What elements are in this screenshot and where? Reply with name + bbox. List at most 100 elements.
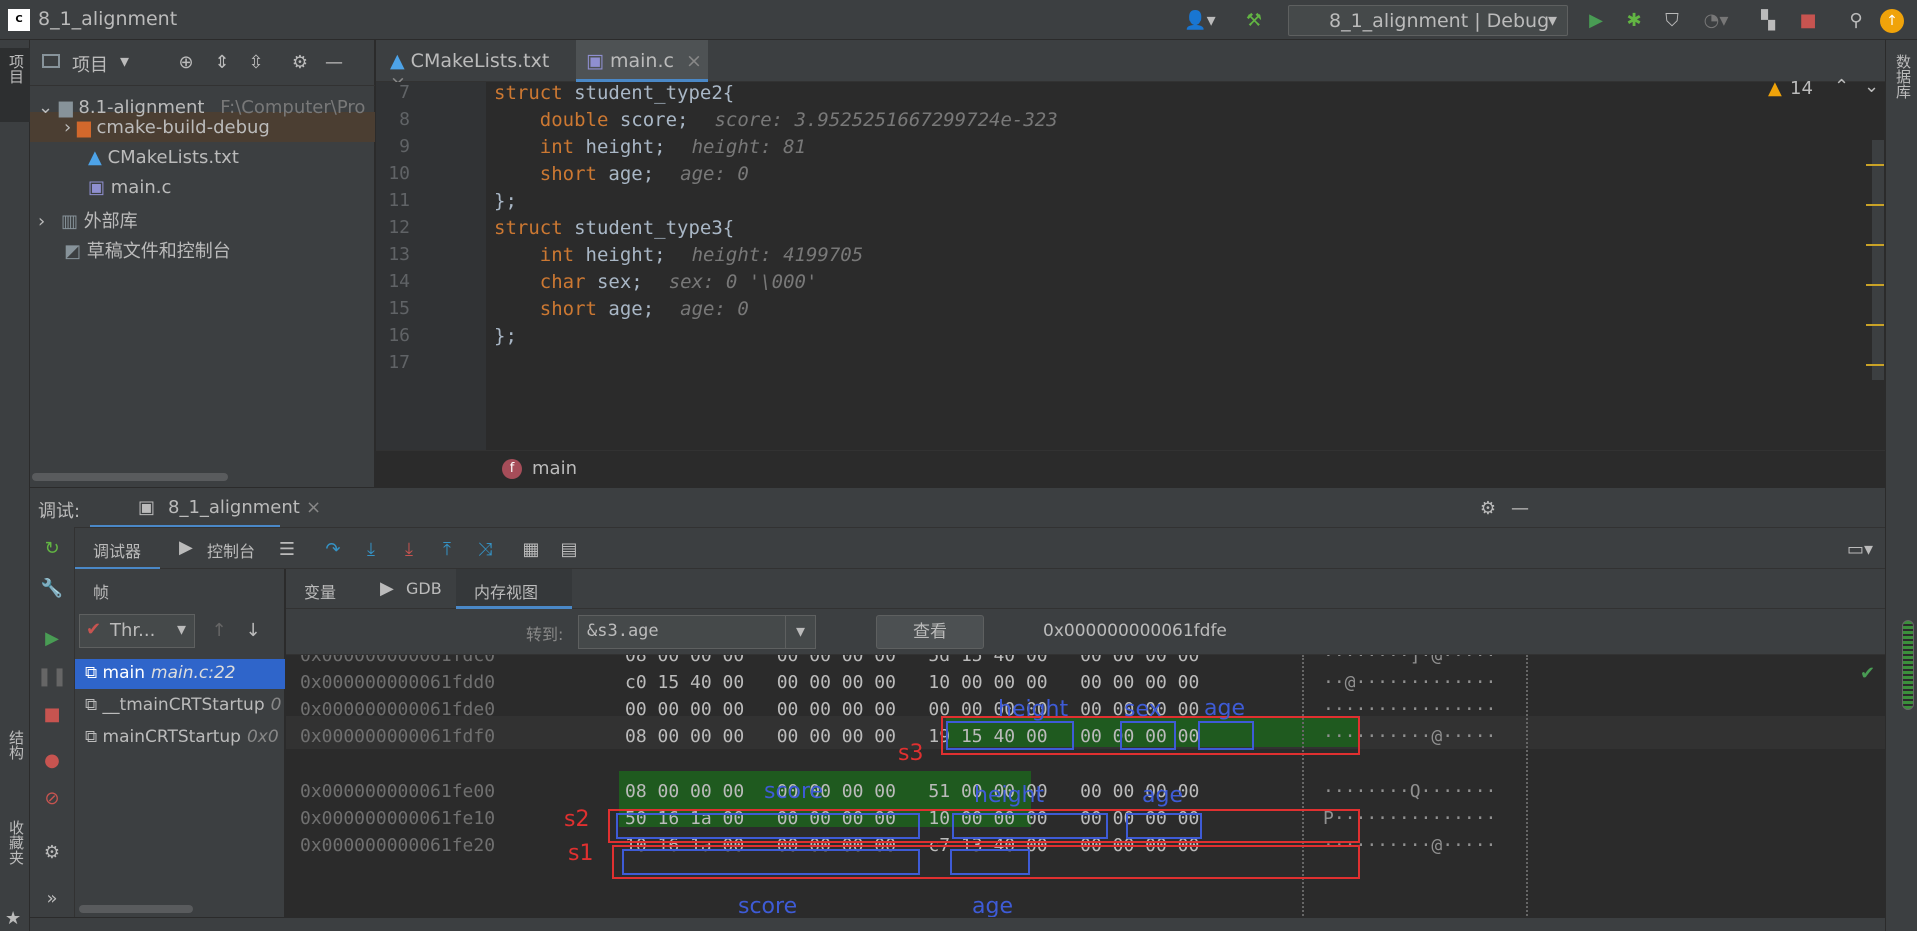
mute-breakpoints-icon[interactable]: ⊘ xyxy=(40,787,64,809)
tab-debugger[interactable]: 调试器 xyxy=(75,528,160,570)
run-icon[interactable]: ▶ xyxy=(1584,9,1608,31)
stop-icon[interactable]: ■ xyxy=(1796,9,1820,31)
tree-item-root[interactable]: ⌄ ▆ 8.1-alignment F:\Computer\Pro xyxy=(38,97,365,118)
profile-icon[interactable]: ◔▾ xyxy=(1696,9,1736,31)
minimize-icon[interactable]: — xyxy=(1508,497,1532,519)
coverage-icon[interactable]: ⛉ xyxy=(1660,9,1684,31)
tree-item-main-c[interactable]: ▣ main.c xyxy=(88,177,171,198)
code-editor[interactable]: 7 8 9 10 11 12 13 14 15 16 17 ▲ 14 ⌃ ⌄ struct stud… xyxy=(376,76,1885,450)
annotation-box-s2-height xyxy=(952,813,1108,839)
console-icon: ▶ xyxy=(179,537,193,558)
goto-label: 转到: xyxy=(526,625,564,644)
chevron-down-icon[interactable]: ▾ xyxy=(785,616,815,648)
tab-memory[interactable]: 内存视图 xyxy=(456,569,572,609)
tab-main-c[interactable]: ▣ main.c × xyxy=(576,40,708,82)
tree-item-cmake-build-debug[interactable]: › ▆ cmake-build-debug xyxy=(64,117,270,138)
locate-icon[interactable]: ⊕ xyxy=(174,51,198,73)
frame-item[interactable]: ⧉ __tmainCRTStartup 0 xyxy=(85,695,285,715)
frame-location: 0x0 xyxy=(246,727,279,747)
menu-icon[interactable]: ☰ xyxy=(275,538,299,560)
code-line: double score; score: 3.9525251667299724e-… xyxy=(494,109,1058,131)
tab-gdb[interactable]: GDB xyxy=(406,579,442,598)
layout-icon[interactable]: ▤ xyxy=(557,538,581,560)
gear-icon[interactable]: ⚙ xyxy=(40,841,64,863)
frame-item[interactable]: ⧉ main main.c:22 xyxy=(85,663,285,683)
run-config-select[interactable]: 8_1_alignment | Debug ▾ xyxy=(1288,5,1568,36)
tree-item-scratches[interactable]: ◩ 草稿文件和控制台 xyxy=(64,237,231,263)
memory-tabs: 变量 ▶ GDB 内存视图 xyxy=(286,569,1885,609)
annotation-box-s3-sex xyxy=(1120,721,1176,750)
debug-session-tab[interactable]: ▣ 8_1_alignment × xyxy=(90,488,321,528)
chevron-down-icon[interactable]: ▾ xyxy=(120,51,129,72)
structure-tool-tab[interactable]: 结构 xyxy=(0,730,30,804)
tree-item-label: cmake-build-debug xyxy=(96,117,270,138)
table-icon[interactable]: ▦ xyxy=(519,538,543,560)
step-over-icon[interactable]: ↷ xyxy=(321,538,345,560)
inline-value-hint: height: 81 xyxy=(691,136,806,158)
close-icon[interactable]: × xyxy=(306,497,321,518)
expand-all-icon[interactable]: ⇕ xyxy=(210,51,234,73)
minimize-icon[interactable]: — xyxy=(322,51,346,73)
horizontal-scrollbar[interactable] xyxy=(79,905,193,913)
warning-count[interactable]: 14 xyxy=(1790,78,1813,99)
frame-location: 0 xyxy=(270,695,282,715)
run-to-cursor-icon[interactable]: ⤨ xyxy=(473,538,497,560)
inline-value-hint: sex: 0 '\000' xyxy=(668,271,818,293)
warning-icon[interactable]: ▲ xyxy=(1768,78,1782,99)
user-icon[interactable]: 👤▾ xyxy=(1180,9,1220,31)
search-icon[interactable]: ⚲ xyxy=(1844,9,1868,31)
gear-icon[interactable]: ⚙ xyxy=(1476,497,1500,519)
update-icon[interactable]: ↑ xyxy=(1880,9,1904,33)
memory-view-panel: 变量 ▶ GDB 内存视图 转到: &s3.age ▾ 查看 0x0000000… xyxy=(286,569,1885,931)
memory-address: 0x000000000061fdf0 xyxy=(300,726,496,747)
horizontal-scrollbar[interactable] xyxy=(32,473,228,481)
tab-cmakelists[interactable]: ▲ CMakeLists.txt × xyxy=(384,40,572,94)
force-step-into-icon[interactable]: ⤓ xyxy=(397,538,421,560)
code-text: score; xyxy=(608,109,689,131)
database-tool-tab[interactable]: 数据库 xyxy=(1886,48,1917,148)
more-icon[interactable]: » xyxy=(40,887,64,909)
breadcrumb-function[interactable]: main xyxy=(532,458,577,479)
collapse-all-icon[interactable]: ⇳ xyxy=(244,51,268,73)
tree-item-cmakelists[interactable]: ▲ CMakeLists.txt xyxy=(88,147,239,168)
thread-select[interactable]: ✔ Thr... ▾ xyxy=(79,614,195,648)
debug-bug-icon[interactable]: ✱ xyxy=(1622,9,1646,31)
chevron-up-icon[interactable]: ⌃ xyxy=(1834,76,1849,97)
chevron-right-icon: › xyxy=(38,211,46,232)
breakpoints-icon[interactable]: ● xyxy=(40,749,64,771)
tab-console[interactable]: ▶ 控制台 xyxy=(175,528,275,570)
project-panel-title[interactable]: 项目 xyxy=(72,51,108,77)
code-line: char sex; sex: 0 '\000' xyxy=(494,271,818,293)
wrench-icon[interactable]: 🔧 xyxy=(40,577,64,599)
bookmarks-tool-tab[interactable]: 收藏夹 ★ xyxy=(0,820,30,930)
chevron-down-icon: ⌄ xyxy=(38,97,54,118)
chevron-down-icon[interactable]: ⌄ xyxy=(1864,76,1879,97)
attach-icon[interactable]: ▚ xyxy=(1756,9,1780,31)
code-keyword: int xyxy=(494,244,575,266)
line-number: 11 xyxy=(388,190,410,211)
cmake-triangle-icon: ▲ xyxy=(390,50,405,72)
memory-address: 0x000000000061fde0 xyxy=(300,699,496,720)
restore-layout-icon[interactable]: ▭▾ xyxy=(1845,538,1875,560)
line-number: 14 xyxy=(388,271,410,292)
tree-item-label: CMakeLists.txt xyxy=(107,147,239,168)
step-out-icon[interactable]: ⤒ xyxy=(435,538,459,560)
build-hammer-icon[interactable]: ⚒ xyxy=(1242,9,1266,31)
gear-icon[interactable]: ⚙ xyxy=(288,51,312,73)
memory-address: 0x000000000061fe00 xyxy=(300,781,496,802)
goto-input[interactable]: &s3.age ▾ xyxy=(578,615,816,649)
pause-icon[interactable]: ❚❚ xyxy=(37,665,67,687)
resume-icon[interactable]: ▶ xyxy=(40,627,64,649)
view-button[interactable]: 查看 xyxy=(876,615,984,649)
frame-item[interactable]: ⧉ mainCRTStartup 0x0 xyxy=(85,727,285,747)
arrow-up-icon[interactable]: ↑ xyxy=(207,619,231,641)
step-into-icon[interactable]: ⤓ xyxy=(359,538,383,560)
project-tool-tab[interactable]: 项目 xyxy=(0,48,30,122)
tree-item-external-libs[interactable]: › ▥ 外部库 xyxy=(38,207,138,233)
close-icon[interactable]: × xyxy=(686,50,702,72)
scratch-icon: ◩ xyxy=(64,241,82,262)
tab-variables[interactable]: 变量 xyxy=(304,579,336,603)
stop-icon[interactable]: ■ xyxy=(40,703,64,725)
rerun-icon[interactable]: ↻ xyxy=(40,537,64,559)
arrow-down-icon[interactable]: ↓ xyxy=(241,619,265,641)
